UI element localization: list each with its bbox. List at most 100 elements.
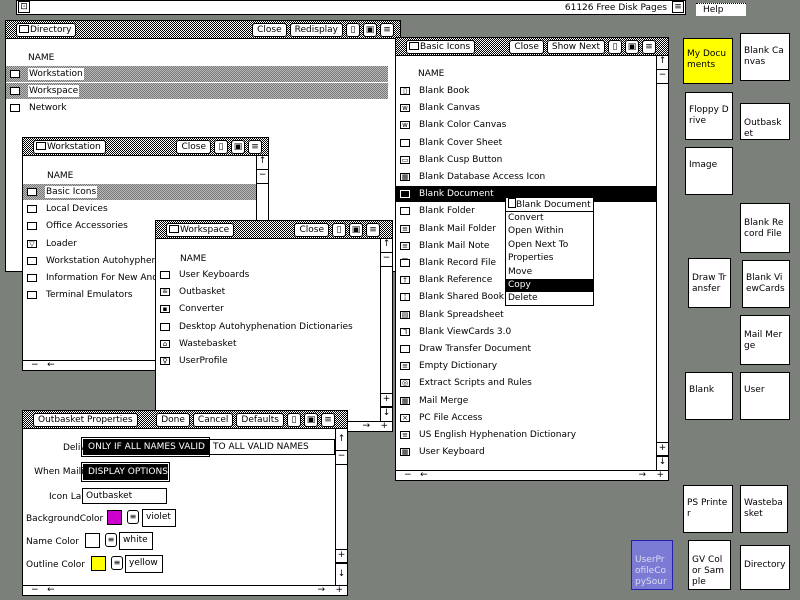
list-item[interactable]: ♀ UserProfile <box>156 353 380 369</box>
ps-printer-icon[interactable]: PS Printer <box>683 485 733 533</box>
window-size-icon[interactable]: ▯ <box>332 223 346 237</box>
scroll-up-arrow[interactable]: ↑ <box>657 56 668 70</box>
icon-label-field[interactable]: Outbasket <box>82 488 167 504</box>
list-item[interactable]: Blank Cover Sheet <box>396 135 656 151</box>
list-item[interactable]: ▦ User Keyboard <box>396 444 656 460</box>
directory-icon[interactable]: Directory <box>740 545 790 590</box>
deliver-option-only-if-valid[interactable]: ONLY IF ALL NAMES VALID <box>81 437 210 457</box>
gv-color-sample-icon[interactable]: GV Color Sample <box>688 540 731 590</box>
list-item[interactable]: × PC File Access <box>396 410 656 426</box>
list-item[interactable]: Workstation <box>6 66 388 82</box>
scroll-down-arrow[interactable]: ↓ <box>657 456 668 470</box>
list-item[interactable]: ▭ Blank Cusp Button <box>396 152 656 168</box>
list-item[interactable]: ᒣ Blank ViewCards 3.0 <box>396 324 656 340</box>
scroll-minus[interactable]: − <box>657 70 668 84</box>
scroll-minus[interactable]: − <box>336 451 347 465</box>
user-profile-copy-source-icon[interactable]: UserProfileCopySource <box>631 540 673 590</box>
menu-item-open-within[interactable]: Open Within <box>506 225 593 238</box>
window-menu-icon[interactable]: ≡ <box>366 223 380 237</box>
redisplay-button[interactable]: Redisplay <box>289 23 343 37</box>
mail-merge-icon[interactable]: Mail Merge <box>740 315 790 365</box>
show-next-button[interactable]: Show Next <box>546 40 605 54</box>
list-item[interactable]: ▪ Converter <box>156 301 380 317</box>
name-color-field[interactable]: white <box>119 532 153 550</box>
close-button[interactable]: Close <box>176 140 211 154</box>
scroll-minus[interactable]: − <box>381 253 392 267</box>
outbasket-icon[interactable]: Outbasket <box>740 103 790 140</box>
close-button[interactable]: Close <box>252 23 287 37</box>
window-size-icon[interactable]: ▯ <box>608 40 622 54</box>
title-bar[interactable]: Workstation Close ▯ ▣ ≡ <box>23 138 268 156</box>
list-item[interactable]: Basic Icons <box>23 184 256 200</box>
window-props-icon[interactable]: ▣ <box>231 140 245 154</box>
user-icon[interactable]: User <box>740 372 790 420</box>
close-button[interactable]: Close <box>294 223 329 237</box>
deliver-option-all-valid[interactable]: TO ALL VALID NAMES <box>208 439 335 455</box>
blank-icon[interactable]: Blank <box>685 372 733 420</box>
title-bar[interactable]: Basic Icons Close Show Next ▯ ▣ ≡ <box>396 38 668 56</box>
title-bar[interactable]: Workspace Close ▯ ▣ ≡ <box>156 221 392 239</box>
scroll-plus[interactable]: + <box>657 442 668 456</box>
help-tab[interactable]: Help <box>696 3 746 16</box>
close-button[interactable]: Close <box>509 40 544 54</box>
vertical-scrollbar[interactable]: ↑ − + ↓ <box>656 56 668 470</box>
wastebasket-icon[interactable]: Wastebasket <box>740 485 788 533</box>
window-props-icon[interactable]: ▣ <box>304 413 318 427</box>
horizontal-scrollbar[interactable]: − ← → + <box>23 585 347 595</box>
blank-canvas-icon[interactable]: Blank Canvas <box>740 33 790 81</box>
window-size-icon[interactable]: ▯ <box>214 140 228 154</box>
window-props-icon[interactable]: ▣ <box>363 23 377 37</box>
list-item[interactable]: ◎ Extract Scripts and Rules <box>396 375 656 391</box>
scroll-up-arrow[interactable]: ↑ <box>336 429 347 451</box>
window-menu-icon[interactable]: ≡ <box>248 140 262 154</box>
window-menu-icon[interactable]: ≡ <box>380 23 394 37</box>
cancel-button[interactable]: Cancel <box>192 413 234 427</box>
list-item[interactable]: ▦ Blank Database Access Icon <box>396 169 656 185</box>
list-item[interactable]: ≡ Empty Dictionary <box>396 358 656 374</box>
scroll-down-arrow[interactable]: ↓ <box>381 407 392 421</box>
outline-color-field[interactable]: yellow <box>125 555 163 573</box>
list-item[interactable]: Draw Transfer Document <box>396 341 656 357</box>
background-color-menu-icon[interactable]: ≡ <box>127 510 139 524</box>
display-options-toggle[interactable]: DISPLAY OPTIONS <box>81 462 170 482</box>
list-item[interactable]: Network <box>6 100 388 116</box>
list-item[interactable]: ▦ Mail Merge <box>396 393 656 409</box>
background-color-swatch[interactable] <box>107 510 122 525</box>
list-item[interactable]: w Blank Color Canvas <box>396 117 656 133</box>
window-size-icon[interactable]: ▯ <box>287 413 301 427</box>
list-item[interactable]: Desktop Autohyphenation Dictionaries <box>156 319 380 335</box>
list-item[interactable]: ≡ US English Hyphenation Dictionary <box>396 427 656 443</box>
list-item[interactable]: ⌂ Wastebasket <box>156 336 380 352</box>
window-menu-icon[interactable]: ≡ <box>321 413 335 427</box>
title-bar[interactable]: Directory Close Redisplay ▯ ▣ ≡ <box>6 21 400 39</box>
scroll-plus[interactable]: + <box>381 393 392 407</box>
defaults-button[interactable]: Defaults <box>236 413 284 427</box>
outline-color-menu-icon[interactable]: ≡ <box>111 556 123 570</box>
title-bar[interactable]: Outbasket Properties Done Cancel Default… <box>23 411 347 429</box>
outline-color-swatch[interactable] <box>91 556 106 571</box>
horizontal-scrollbar[interactable]: − ← → + <box>396 470 668 480</box>
name-color-swatch[interactable] <box>85 533 100 548</box>
scroll-minus[interactable]: − <box>257 170 268 184</box>
menu-icon[interactable]: ≡ <box>672 1 684 13</box>
list-item[interactable]: ▯ Blank Book <box>396 83 656 99</box>
menu-item-delete[interactable]: Delete <box>506 292 593 305</box>
list-item[interactable]: Local Devices <box>23 201 256 217</box>
floppy-drive-icon[interactable]: Floppy Drive <box>685 92 733 140</box>
desktop-menu-icon[interactable]: ⊡ <box>18 1 30 13</box>
scroll-down-arrow[interactable]: ↓ <box>336 563 347 585</box>
name-color-menu-icon[interactable]: ≡ <box>105 533 117 547</box>
list-item[interactable]: User Keyboards <box>156 267 380 283</box>
scroll-up-arrow[interactable]: ↑ <box>381 239 392 253</box>
blank-record-file-icon[interactable]: Blank Record File <box>740 203 790 253</box>
list-item[interactable]: Workspace <box>6 83 388 99</box>
list-item[interactable]: ▤ Blank Spreadsheet <box>396 307 656 323</box>
window-menu-icon[interactable]: ≡ <box>642 40 656 54</box>
blank-viewcards-icon[interactable]: Blank ViewCards <box>742 260 790 308</box>
scroll-up-arrow[interactable]: ↑ <box>257 156 268 170</box>
list-item[interactable]: ≝ Outbasket <box>156 284 380 300</box>
vertical-scrollbar[interactable]: ↑ − + ↓ <box>335 429 347 585</box>
image-icon[interactable]: Image <box>685 147 733 195</box>
menu-item-convert[interactable]: Convert <box>506 212 593 225</box>
my-documents-icon[interactable]: My Documents <box>683 38 733 84</box>
